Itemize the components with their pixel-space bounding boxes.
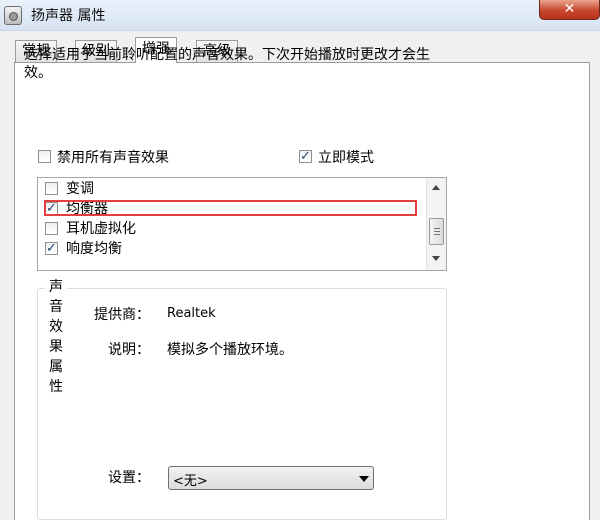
equalizer-highlight-box (44, 200, 417, 216)
scroll-up-arrow-icon[interactable] (432, 185, 440, 190)
immediate-mode-label: 立即模式 (318, 150, 374, 166)
window-title: 扬声器 属性 (31, 8, 106, 24)
disable-all-checkbox[interactable] (38, 150, 51, 163)
speaker-properties-window: 扬声器 属性 ✕ 常规 级别 增强 高级 选择适用于当前聆听配置的声音效果。下次… (0, 0, 600, 520)
settings-dropdown-value: <无> (173, 474, 208, 489)
close-button[interactable]: ✕ (539, 0, 600, 20)
provider-label: 提供商： (94, 307, 150, 323)
effect-headphone-virtualization-checkbox[interactable] (45, 222, 58, 235)
grip-line (434, 228, 440, 229)
effect-loudness-equalization-label: 响度均衡 (66, 241, 122, 257)
effects-list-scrollbar[interactable] (426, 178, 446, 270)
effect-loudness-equalization-checkbox[interactable]: ✓ (45, 242, 58, 255)
effect-pitch-checkbox[interactable] (45, 182, 58, 195)
description-label: 说明： (108, 342, 150, 358)
effect-properties-legend: 声音效果属性 (45, 276, 67, 396)
effect-pitch-label: 变调 (66, 181, 94, 197)
title-bar[interactable]: 扬声器 属性 ✕ (0, 0, 600, 31)
immediate-mode-checkbox[interactable]: ✓ (299, 150, 312, 163)
grip-line (434, 234, 440, 235)
checkmark-icon: ✓ (300, 149, 311, 164)
provider-value: Realtek (167, 306, 216, 321)
close-icon: ✕ (563, 1, 576, 17)
settings-dropdown[interactable]: <无> (168, 466, 374, 490)
description-value: 模拟多个播放环境。 (167, 342, 293, 358)
enhancements-description: 选择适用于当前聆听配置的声音效果。下次开始播放时更改才会生效。 (24, 47, 430, 81)
scroll-thumb[interactable] (429, 218, 444, 245)
checkmark-icon: ✓ (46, 241, 57, 256)
disable-all-label: 禁用所有声音效果 (57, 150, 169, 166)
chevron-down-icon (359, 476, 369, 482)
settings-label: 设置： (108, 470, 150, 486)
grip-line (434, 231, 440, 232)
effect-headphone-virtualization-label: 耳机虚拟化 (66, 221, 136, 237)
speaker-icon (4, 6, 22, 25)
scroll-down-arrow-icon[interactable] (432, 256, 440, 261)
